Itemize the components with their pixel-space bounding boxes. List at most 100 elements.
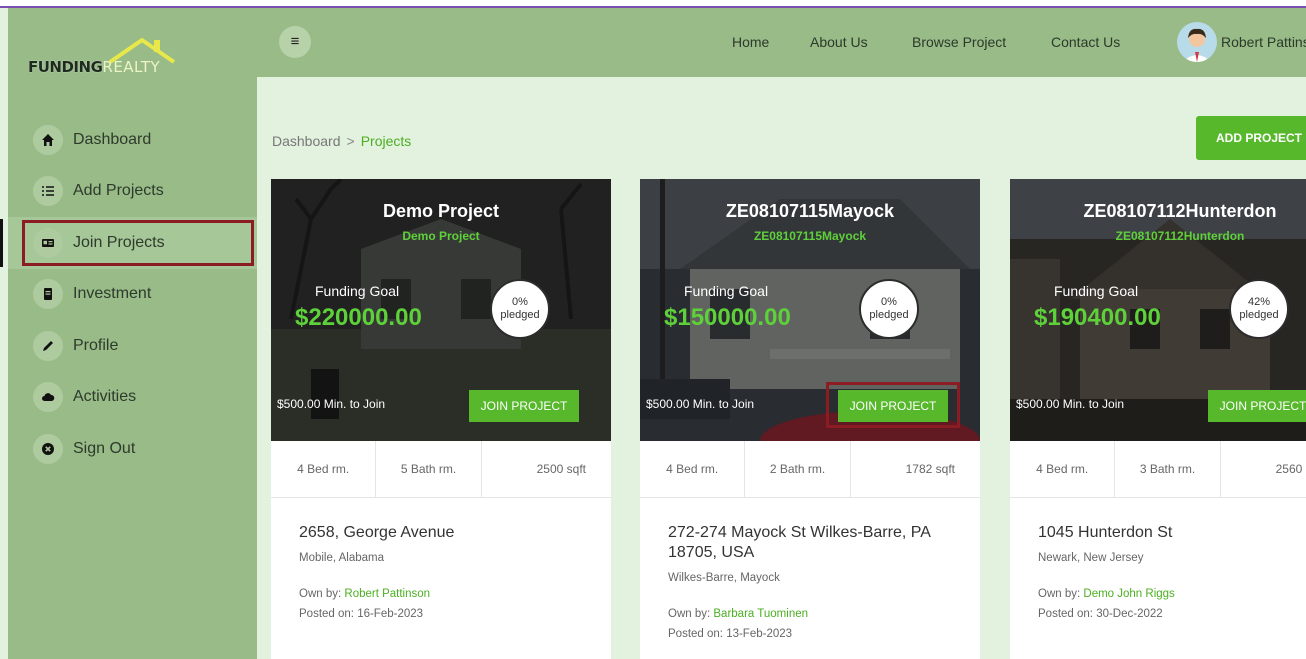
pledged-label: pledged <box>1239 309 1279 321</box>
project-title[interactable]: ZE08107112Hunterdon <box>1010 201 1306 222</box>
min-join-amount: $500.00 Min. to Join <box>646 397 755 411</box>
min-join-amount: $500.00 Min. to Join <box>277 397 386 411</box>
sidebar-item-sign-out[interactable]: Sign Out <box>8 423 257 475</box>
min-join-amount: $500.00 Min. to Join <box>1016 397 1125 411</box>
posted-date: 16-Feb-2023 <box>357 608 424 620</box>
project-subtitle: Demo Project <box>402 229 480 243</box>
posted-line: Posted on: 16-Feb-2023 <box>299 608 591 620</box>
property-stats: 4 Bed rm. 5 Bath rm. 2500 sqft <box>271 441 611 498</box>
breadcrumb-dashboard-link[interactable]: Dashboard <box>272 133 341 149</box>
sidebar-item-profile[interactable]: Profile <box>8 320 257 372</box>
list-icon <box>33 176 63 207</box>
posted-label: Posted on: <box>668 628 723 640</box>
posted-date: 30-Dec-2022 <box>1096 608 1163 620</box>
logo-word-funding: FUNDING <box>28 58 103 76</box>
add-project-button[interactable]: ADD PROJECT <box>1196 116 1306 160</box>
project-address: 1045 Hunterdon St <box>1038 524 1173 541</box>
owner-link[interactable]: Robert Pattinson <box>344 588 430 600</box>
active-highlight <box>22 220 254 266</box>
project-city: Wilkes-Barre, Mayock <box>668 572 780 584</box>
owner-line: Own by: Demo John Riggs <box>1038 588 1306 600</box>
project-card[interactable]: ZE08107112Hunterdon ZE08107112Hunterdon … <box>1010 179 1306 659</box>
sidebar-item-label: Sign Out <box>73 439 136 457</box>
owner-label: Own by: <box>299 588 342 600</box>
sidebar-item-label: Activities <box>73 388 137 406</box>
sidebar-item-activities[interactable]: Activities <box>8 372 257 424</box>
project-title[interactable]: ZE08107115Mayock <box>640 201 980 222</box>
property-stats: 4 Bed rm. 3 Bath rm. 2560 sqft <box>1010 441 1306 498</box>
breadcrumb: Dashboard > Projects <box>272 133 411 149</box>
bathrooms: 3 Bath rm. <box>1114 441 1219 497</box>
project-city: Mobile, Alabama <box>299 552 385 564</box>
join-project-button[interactable]: JOIN PROJECT <box>1208 390 1306 422</box>
owner-label: Own by: <box>668 608 711 620</box>
avatar[interactable] <box>1177 22 1217 62</box>
project-image: ZE08107112Hunterdon ZE08107112Hunterdon … <box>1010 179 1306 441</box>
sidebar-item-label: Profile <box>73 336 119 354</box>
nav-contact-link[interactable]: Contact Us <box>1051 34 1120 50</box>
top-border <box>0 0 1306 8</box>
project-image: Demo Project Demo Project Funding Goal $… <box>271 179 611 441</box>
bedrooms: 4 Bed rm. <box>297 462 350 476</box>
nav-about-link[interactable]: About Us <box>810 34 868 50</box>
owner-line: Own by: Barbara Tuominen <box>668 608 960 620</box>
bathrooms: 5 Bath rm. <box>375 441 480 497</box>
nav-browse-project-link[interactable]: Browse Project <box>912 34 1006 50</box>
posted-line: Posted on: 13-Feb-2023 <box>668 628 960 640</box>
property-stats: 4 Bed rm. 2 Bath rm. 1782 sqft <box>640 441 980 498</box>
project-title[interactable]: Demo Project <box>271 201 611 222</box>
join-project-button[interactable]: JOIN PROJECT <box>838 390 948 422</box>
project-address: 272-274 Mayock St Wilkes-Barre, PA 18705… <box>668 524 931 561</box>
user-name[interactable]: Robert Pattinson <box>1221 34 1306 50</box>
sidebar-menu: Dashboard Add Projects Join Projects Inv… <box>0 114 257 475</box>
sidebar-item-label: Investment <box>73 285 152 303</box>
menu-toggle-button[interactable]: ≡ <box>279 26 311 58</box>
funding-goal-label: Funding Goal <box>684 283 769 299</box>
owner-line: Own by: Robert Pattinson <box>299 588 591 600</box>
owner-link[interactable]: Demo John Riggs <box>1083 588 1174 600</box>
project-subtitle: ZE08107112Hunterdon <box>1115 229 1245 243</box>
project-image: ZE08107115Mayock ZE08107115Mayock Fundin… <box>640 179 980 441</box>
top-header: ≡ Home About Us Browse Project Contact U… <box>257 8 1306 77</box>
logo-word-realty: REALTY <box>102 58 161 76</box>
breadcrumb-separator: > <box>346 133 355 149</box>
sidebar-item-investment[interactable]: Investment <box>8 269 257 321</box>
funding-goal-value: $220000.00 <box>295 304 422 331</box>
pledged-label: pledged <box>500 309 540 321</box>
posted-label: Posted on: <box>299 608 354 620</box>
pledged-percent: 0% <box>881 296 897 308</box>
posted-label: Posted on: <box>1038 608 1093 620</box>
home-icon <box>33 124 63 155</box>
nav-home-link[interactable]: Home <box>732 34 769 50</box>
area: 2560 sqft <box>1219 441 1306 497</box>
pledged-badge: 0% pledged <box>490 279 550 339</box>
sidebar-item-add-projects[interactable]: Add Projects <box>8 166 257 218</box>
breadcrumb-current: Projects <box>360 133 412 149</box>
posted-line: Posted on: 30-Dec-2022 <box>1038 608 1306 620</box>
bedrooms: 4 Bed rm. <box>1036 462 1089 476</box>
join-project-button[interactable]: JOIN PROJECT <box>469 390 579 422</box>
bathrooms: 2 Bath rm. <box>744 441 849 497</box>
project-card[interactable]: ZE08107115Mayock ZE08107115Mayock Fundin… <box>640 179 980 659</box>
sidebar-item-label: Add Projects <box>73 182 164 200</box>
logo[interactable]: FUNDINGREALTY <box>28 34 208 84</box>
project-city: Newark, New Jersey <box>1038 552 1144 564</box>
funding-goal-value: $150000.00 <box>664 304 791 331</box>
project-card[interactable]: Demo Project Demo Project Funding Goal $… <box>271 179 611 659</box>
project-info: 1045 Hunterdon St Newark, New Jersey Own… <box>1038 523 1306 620</box>
project-address: 2658, George Avenue <box>299 524 455 541</box>
project-info: 272-274 Mayock St Wilkes-Barre, PA 18705… <box>668 523 960 640</box>
funding-goal-label: Funding Goal <box>1054 283 1139 299</box>
sidebar-item-dashboard[interactable]: Dashboard <box>8 114 257 166</box>
close-circle-icon <box>33 433 63 464</box>
sidebar-item-join-projects[interactable]: Join Projects <box>0 217 257 269</box>
posted-date: 13-Feb-2023 <box>726 628 793 640</box>
owner-link[interactable]: Barbara Tuominen <box>713 608 808 620</box>
area: 1782 sqft <box>849 441 980 497</box>
pencil-icon <box>33 330 63 361</box>
sidebar-item-label: Dashboard <box>73 130 152 148</box>
owner-label: Own by: <box>1038 588 1081 600</box>
funding-goal-label: Funding Goal <box>315 283 400 299</box>
area: 2500 sqft <box>480 441 611 497</box>
sidebar: FUNDINGREALTY Dashboard Add Projects Joi… <box>0 8 257 659</box>
